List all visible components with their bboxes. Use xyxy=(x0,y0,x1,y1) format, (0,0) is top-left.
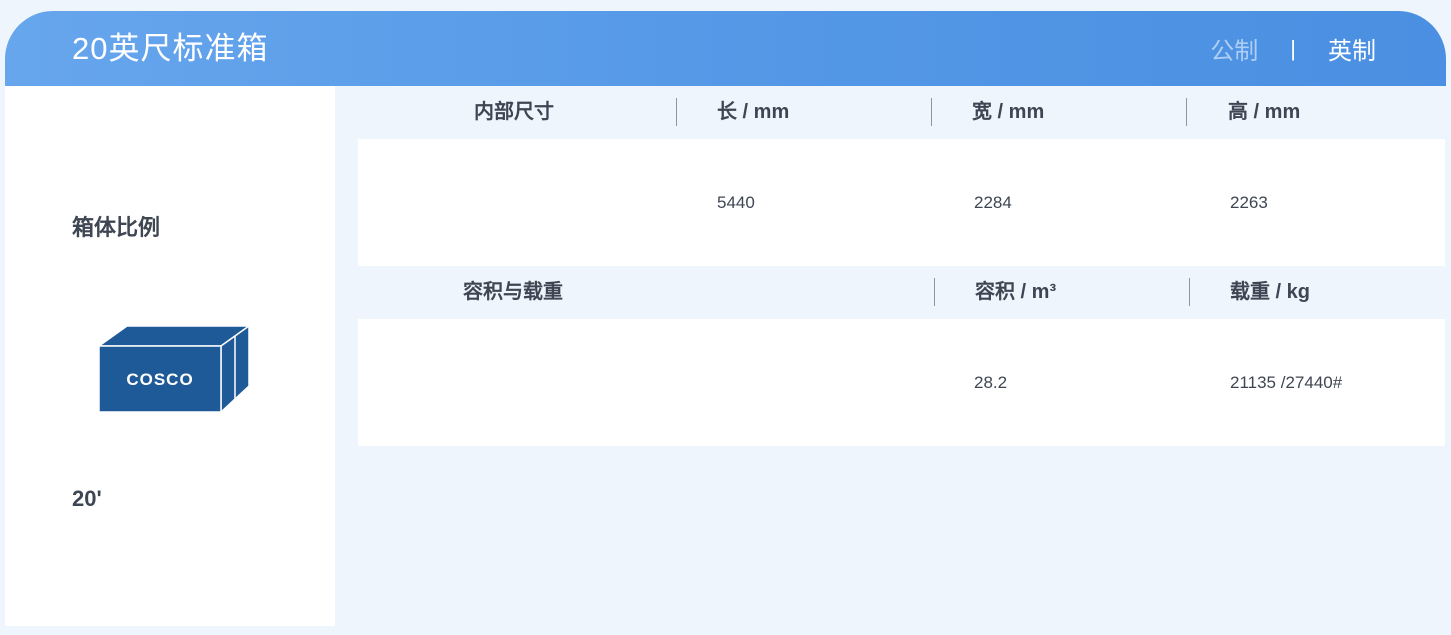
column-divider xyxy=(1186,98,1187,126)
capacity-header-row: 容积与载重 容积 / m³ 载重 / kg xyxy=(358,266,1445,319)
dimensions-section-label: 内部尺寸 xyxy=(474,101,554,123)
height-value: 2263 xyxy=(1230,193,1268,212)
column-divider xyxy=(931,98,932,126)
payload-value: 21135 /27440# xyxy=(1230,373,1343,392)
container-ratio-panel: 箱体比例 COSCO 20' xyxy=(5,86,335,626)
length-column-header: 长 / mm xyxy=(717,101,790,123)
volume-column-header: 容积 / m³ xyxy=(975,281,1057,303)
page-title: 20英尺标准箱 xyxy=(72,31,269,66)
unit-switch: 公制 | 英制 xyxy=(1210,11,1376,86)
payload-column-header: 载重 / kg xyxy=(1230,281,1311,303)
spec-table: 内部尺寸 长 / mm 宽 / mm 高 / mm 5440 2284 2263… xyxy=(358,86,1445,446)
dimensions-header-row: 内部尺寸 长 / mm 宽 / mm 高 / mm xyxy=(358,86,1445,139)
ratio-label: 箱体比例 xyxy=(72,215,161,240)
header-bar: 20英尺标准箱 公制 | 英制 xyxy=(5,11,1446,86)
width-column-header: 宽 / mm xyxy=(972,101,1045,123)
metric-unit-button[interactable]: 公制 xyxy=(1210,31,1258,66)
width-value: 2284 xyxy=(974,193,1012,212)
container-logo-text: COSCO xyxy=(126,370,193,389)
container-icon: COSCO xyxy=(96,325,249,412)
volume-value: 28.2 xyxy=(974,373,1008,392)
column-divider xyxy=(934,278,935,306)
capacity-data-row: 28.2 21135 /27440# xyxy=(358,319,1445,446)
column-divider xyxy=(1189,278,1190,306)
page: 20英尺标准箱 公制 | 英制 箱体比例 COSCO 20' 内部尺寸 长 / … xyxy=(0,0,1451,635)
dimensions-data-row: 5440 2284 2263 xyxy=(358,139,1445,266)
capacity-section-label: 容积与载重 xyxy=(463,281,563,303)
container-size-label: 20' xyxy=(72,486,102,511)
imperial-unit-button[interactable]: 英制 xyxy=(1328,31,1376,66)
height-column-header: 高 / mm xyxy=(1228,101,1301,123)
length-value: 5440 xyxy=(717,193,755,212)
unit-separator: | xyxy=(1290,35,1296,61)
column-divider xyxy=(676,98,677,126)
